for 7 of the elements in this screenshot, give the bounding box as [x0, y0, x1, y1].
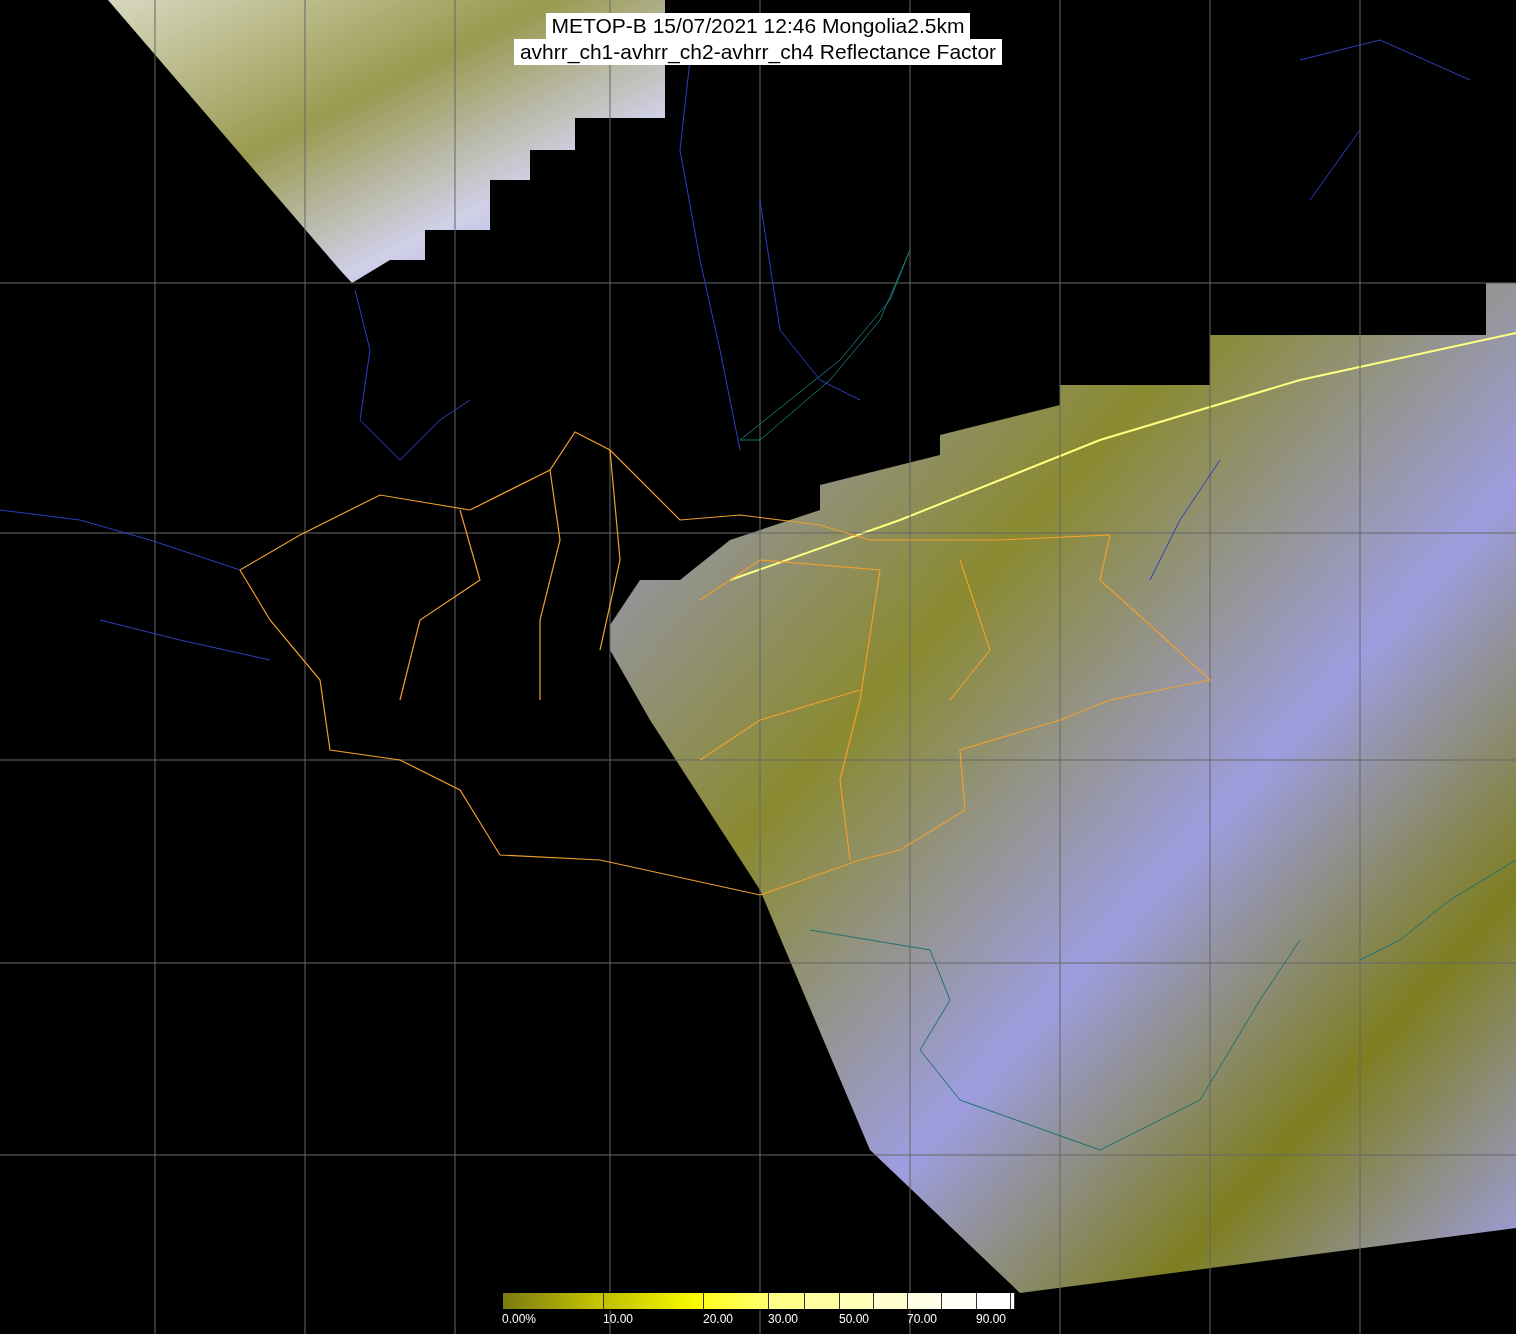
scale-label: 50.00 — [839, 1312, 870, 1326]
scale-label: 20.00 — [703, 1312, 734, 1326]
scale-label: 10.00 — [603, 1312, 634, 1326]
scale-label: 90.00 — [976, 1312, 1007, 1326]
scale-label: 0.00% — [502, 1312, 537, 1326]
scale-label: 70.00 — [907, 1312, 938, 1326]
scale-label: 30.00 — [768, 1312, 799, 1326]
